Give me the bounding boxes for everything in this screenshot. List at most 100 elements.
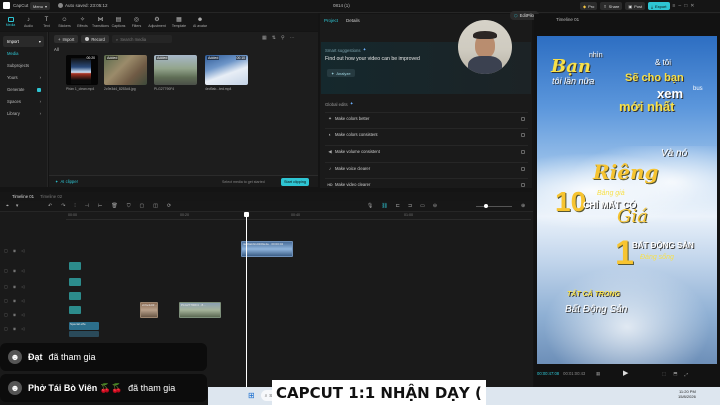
sidebar-item-generate[interactable]: Generate [3,84,44,95]
sort-icon[interactable]: ⇅ [272,35,276,41]
edit-make-colors-consistent[interactable]: ◐ Make colors consistent [325,128,528,140]
minimize-icon[interactable]: – [678,3,681,9]
checkbox-icon[interactable] [521,132,525,137]
split-icon[interactable]: ⫶ [74,203,75,209]
playhead-handle[interactable] [244,212,249,217]
eye-icon[interactable]: ◉ [13,298,17,303]
rotate-icon[interactable]: ⟳ [167,203,171,209]
tool-effects[interactable]: ✧ Effects [74,14,91,31]
play-button[interactable]: ▶ [623,369,628,377]
tool-audio[interactable]: ♪ Audio [20,14,37,31]
image-clip[interactable]: 2c9e3d4f... [140,302,158,318]
media-thumb-1[interactable]: 00:20 Phần 1_clean.mp4 [66,55,98,91]
eye-icon[interactable]: ◉ [13,326,17,331]
menu-dots-icon[interactable]: ≡ [673,3,676,9]
tab-details[interactable]: Details [346,18,360,23]
grid-view-icon[interactable]: ▦ [262,35,267,41]
video-clip-top[interactable]: 4ed9ab9cd4fd9e4a · 00:00:04 [241,241,293,257]
sidebar-item-library[interactable]: Library › [3,108,44,119]
audio-icon[interactable]: ◁ [21,268,24,273]
menu-button[interactable]: Menu ▾ [30,2,51,10]
sidebar-item-spaces[interactable]: Spaces › [3,96,44,107]
split-right-icon[interactable]: ⊢ [98,203,102,209]
sidebar-item-import[interactable]: Import ▾ [3,36,44,47]
audio-icon[interactable]: ◁ [21,312,24,317]
import-button[interactable]: + Import [54,35,79,43]
select-tool-icon[interactable]: ⌖ [6,203,9,209]
lock-icon[interactable]: ▢ [4,298,8,303]
track-controls[interactable]: ▢ ◉ ◁ [4,312,24,317]
text-clip[interactable] [69,306,81,314]
media-thumb-2[interactable]: Added 2c9e3d4_8253d4.jpg [104,55,147,91]
audio-icon[interactable]: ◁ [21,298,24,303]
video-preview[interactable]: Bạn nhìn tôi lần nữa & tôi Sẽ cho bạn xe… [537,36,717,364]
lock-icon[interactable]: ▢ [4,248,8,253]
lock-icon[interactable]: ▢ [4,284,8,289]
media-thumb-4[interactable]: Added 00:10 4ed9ab...ted.mp4 [205,55,248,91]
tab-project[interactable]: Project [324,18,338,23]
eye-icon[interactable]: ◉ [13,248,17,253]
audio-icon[interactable]: ◁ [21,248,24,253]
audio-icon[interactable]: ◁ [21,284,24,289]
start-icon[interactable]: ⊞ [248,391,255,400]
checkbox-icon[interactable] [521,166,525,171]
zoom-out-icon[interactable]: ⊖ [433,203,437,209]
audio-icon[interactable]: ◁ [21,326,24,331]
tab-timeline-02[interactable]: Timeline 02 [40,194,62,199]
edit-make-colors-better[interactable]: ✦ Make colors better [325,112,528,124]
caption-icon[interactable]: ▭ [420,203,425,209]
checkbox-icon[interactable] [521,116,525,121]
split-left-icon[interactable]: ⊣ [85,203,89,209]
track-controls[interactable]: ▢ ◉ ◁ [4,298,24,303]
share-button[interactable]: ⇪ Share [600,2,623,10]
media-thumb-3[interactable]: Added PLG27790F4 [154,55,197,91]
zoom-slider-handle[interactable] [484,204,488,208]
text-clip[interactable] [69,292,81,300]
record-button[interactable]: Record [81,35,109,43]
more-icon[interactable]: ⋯ [290,35,295,41]
edit-make-video-clearer[interactable]: HD Make video clearer [325,178,528,190]
search-box[interactable]: ⌕ Search media [111,35,172,43]
lock-icon[interactable]: ▢ [4,268,8,273]
audio-clip[interactable] [69,331,99,337]
sidebar-item-yours[interactable]: Yours › [3,72,44,83]
track-controls[interactable]: ▢ ◉ ◁ [4,268,24,273]
delete-icon[interactable]: 🗑 [111,203,117,209]
analyze-button[interactable]: ✦ Analyze [327,69,355,77]
tool-ai-avatar[interactable]: ☻ AI avatar [190,14,210,31]
start-clipping-button[interactable]: Start clipping [281,178,309,186]
track-controls[interactable]: ▢ ◉ ◁ [4,326,24,331]
track-controls[interactable]: ▢ ◉ ◁ [4,248,24,253]
redo-icon[interactable]: ↷ [61,203,65,209]
tool-text[interactable]: T Text [38,14,55,31]
checkbox-icon[interactable] [521,182,525,187]
text-clip[interactable] [69,278,81,286]
text-clip[interactable] [69,262,81,270]
shield-icon[interactable]: ⛉ [127,203,131,209]
lock-icon[interactable]: ▢ [4,312,8,317]
tool-media[interactable]: Media [2,14,19,31]
chevron-down-icon[interactable]: ▾ [16,203,19,209]
eye-icon[interactable]: ◉ [13,312,17,317]
mirror-icon[interactable]: ◫ [153,203,158,209]
fullscreen-icon[interactable]: ⤢ [685,372,689,377]
tool-captions[interactable]: ▤ Captions [110,14,127,31]
lock-icon[interactable]: ▢ [4,326,8,331]
image-clip[interactable]: PLG27790F4 · 8... [179,302,221,318]
export-button[interactable]: ⤓ Export [648,2,670,10]
sidebar-item-media[interactable]: Media [3,48,44,59]
ratio-icon[interactable]: ⬚ [662,371,666,377]
link-icon[interactable]: ⛓ [381,203,387,209]
track-controls[interactable]: ▢ ◉ ◁ [4,284,24,289]
pro-button[interactable]: ◆ Pro [580,2,598,10]
zoom-in-icon[interactable]: ⊕ [521,203,525,209]
tool-transitions[interactable]: ⋈ Transitions [92,14,109,31]
post-button[interactable]: ▣ Post [625,2,646,10]
maximize-icon[interactable]: □ [684,3,687,9]
tool-stickers[interactable]: ☺ Stickers [56,14,73,31]
microphone-icon[interactable]: 🎙 [367,203,373,209]
snap-icon[interactable]: ⊏ [396,203,400,209]
filter-all[interactable]: All [54,47,59,52]
freeze-icon[interactable]: ▢ [140,203,145,209]
taskbar-clock[interactable]: 11:20 PM 15/8/2026 [678,389,696,399]
